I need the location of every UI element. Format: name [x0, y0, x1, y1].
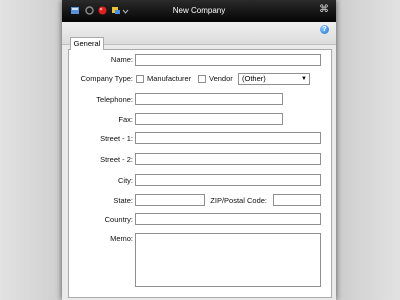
general-panel: Name: Company Type: Manufacturer Vendor …	[68, 49, 332, 298]
city-label: City:	[118, 176, 133, 185]
vendor-checkbox[interactable]	[198, 75, 206, 83]
name-field[interactable]	[135, 54, 321, 66]
country-field[interactable]	[135, 213, 321, 225]
zip-field[interactable]	[273, 194, 321, 206]
window-title: New Company	[172, 6, 226, 15]
close-button[interactable]: ⌘	[318, 4, 330, 16]
company-type-select[interactable]: (Other) ▼	[238, 73, 310, 85]
street1-label: Street - 1:	[100, 134, 133, 143]
manufacturer-checkbox[interactable]	[136, 75, 144, 83]
title-bar[interactable]: New Company ⌘	[62, 0, 336, 22]
memo-label: Memo:	[110, 234, 133, 243]
telephone-field[interactable]	[135, 93, 283, 105]
street2-field[interactable]	[135, 153, 321, 165]
background-left	[0, 0, 62, 300]
fax-label: Fax:	[118, 115, 133, 124]
name-label: Name:	[110, 55, 133, 64]
fax-field[interactable]	[135, 113, 283, 125]
state-label: State:	[113, 196, 133, 205]
country-label: Country:	[104, 215, 133, 224]
new-company-dialog: New Company ⌘ ? General Name: Company Ty…	[62, 0, 336, 300]
manufacturer-label: Manufacturer	[147, 74, 192, 83]
telephone-label: Telephone:	[96, 95, 133, 104]
company-type-select-value: (Other)	[242, 74, 266, 83]
city-field[interactable]	[135, 174, 321, 186]
vendor-label: Vendor	[209, 74, 233, 83]
street1-field[interactable]	[135, 132, 321, 144]
zip-label: ZIP/Postal Code:	[210, 196, 267, 205]
memo-field[interactable]	[135, 233, 321, 287]
background-right	[336, 0, 400, 300]
select-arrow-icon: ▼	[301, 76, 307, 82]
tab-general[interactable]: General	[70, 37, 104, 50]
company-type-label: Company Type:	[80, 74, 133, 83]
street2-label: Street - 2:	[100, 155, 133, 164]
help-icon[interactable]: ?	[320, 25, 329, 34]
state-field[interactable]	[135, 194, 205, 206]
